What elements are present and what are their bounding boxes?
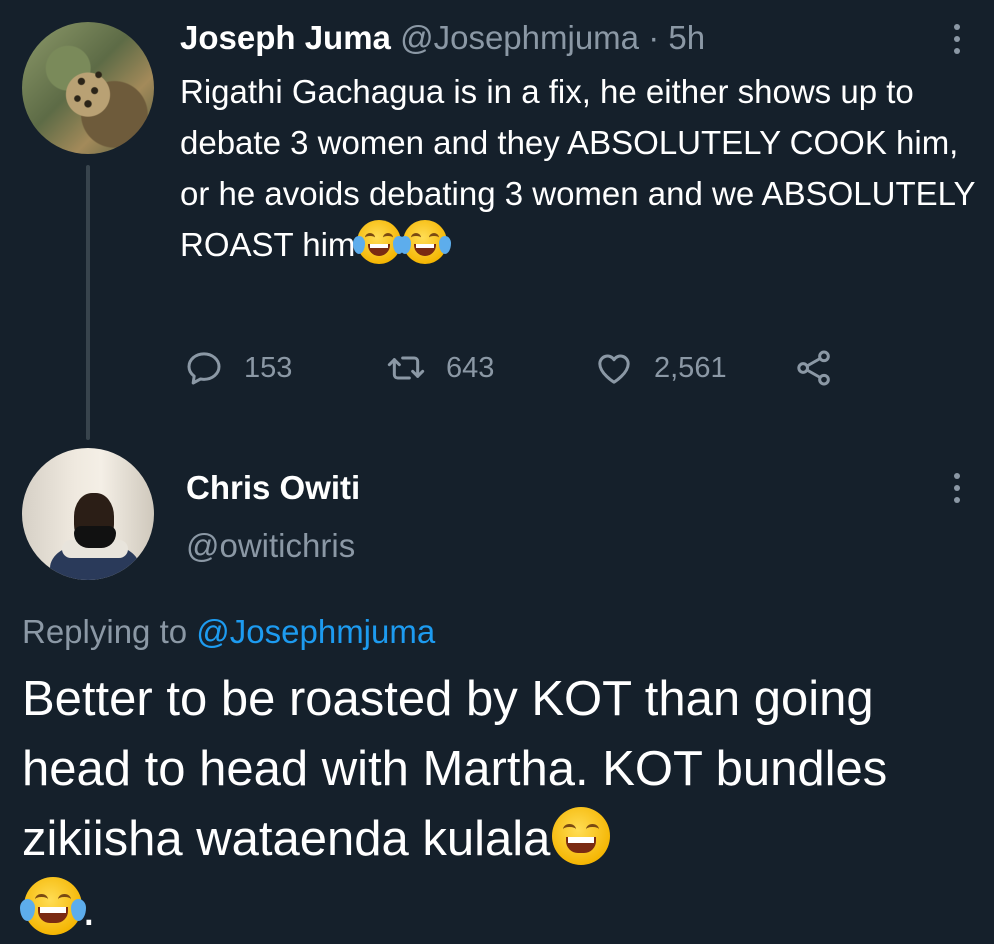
reply-text-content: Better to be roasted by KOT than going h… <box>22 672 888 866</box>
like-button[interactable]: 2,561 <box>594 340 727 396</box>
like-count: 2,561 <box>654 351 727 384</box>
chris-owiti-avatar[interactable] <box>22 448 154 580</box>
replying-to-line: Replying to @Josephmjuma <box>22 612 435 652</box>
reply-count: 153 <box>244 351 293 384</box>
replying-to-prefix: Replying to <box>22 613 188 650</box>
face-with-tears-of-joy-icon <box>353 220 406 264</box>
header-separator: · <box>648 19 660 56</box>
face-with-tears-of-joy-icon <box>20 877 86 935</box>
heart-icon <box>598 354 630 384</box>
grinning-face-with-smiling-eyes-icon <box>552 807 611 865</box>
reply-author-handle[interactable]: @owitichris <box>186 526 355 566</box>
tweet-header: Joseph Juma @Josephmjuma · 5h <box>180 18 705 58</box>
more-options-icon[interactable] <box>953 473 961 503</box>
tweet-timestamp[interactable]: 5h <box>668 19 705 56</box>
leopard-avatar-image <box>22 22 154 154</box>
retweet-count: 643 <box>446 351 495 384</box>
share-icon <box>797 350 830 386</box>
author-handle[interactable]: @Josephmjuma <box>400 19 639 56</box>
reply-icon <box>187 352 221 385</box>
face-with-tears-of-joy-icon <box>399 220 452 264</box>
retweet-icon <box>387 356 425 380</box>
tweet-thread: Joseph Juma @Josephmjuma · 5h Rigathi Ga… <box>0 0 994 944</box>
retweet-button[interactable]: 643 <box>386 340 494 396</box>
share-button[interactable] <box>794 340 834 396</box>
replying-to-handle-link[interactable]: @Josephmjuma <box>196 613 435 650</box>
thread-connector-line <box>86 165 90 440</box>
reply-button[interactable]: 153 <box>184 340 292 396</box>
author-display-name[interactable]: Joseph Juma <box>180 19 391 56</box>
tweet-action-bar: 153 643 2,561 <box>180 340 880 396</box>
more-options-icon[interactable] <box>953 24 961 54</box>
tweet-text: Rigathi Gachagua is in a fix, he either … <box>180 66 980 270</box>
joseph-juma-avatar[interactable] <box>22 22 154 154</box>
reply-author-display-name[interactable]: Chris Owiti <box>186 468 360 508</box>
tweet-text-content: Rigathi Gachagua is in a fix, he either … <box>180 73 975 263</box>
avatar-face-mask <box>74 526 116 548</box>
reply-tweet-text: Better to be roasted by KOT than going h… <box>20 664 982 944</box>
